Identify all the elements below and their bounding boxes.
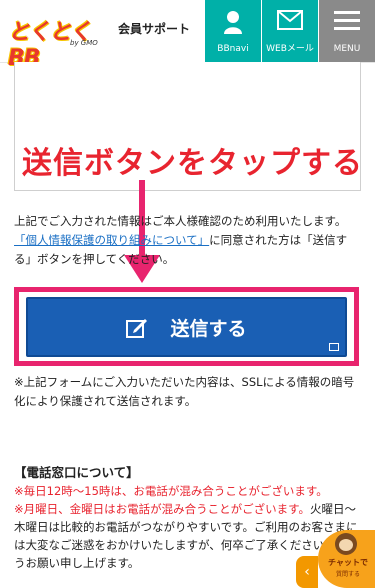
nav-bbnavi-label: BBnavi [217,44,249,54]
privacy-notice-line1: 上記でご入力された情報はご本人様確認のため利用いたします。 [14,214,347,228]
nav-webmail-button[interactable]: WEBメール [262,0,318,62]
busy-hours-note: ※毎日12時～15時は、お電話が混み合うことがございます。 [14,484,328,498]
site-label: 会員サポート [118,22,191,36]
logo-sub: by GMO [70,39,98,47]
hamburger-icon [334,11,360,30]
mail-icon [277,10,303,30]
submit-button-label: 送信する [170,317,247,340]
ssl-note: ※上記フォームにご入力いただいた内容は、SSLによる情報の暗号化により保護されて… [14,375,355,408]
nav-webmail-label: WEBメール [266,44,314,54]
chat-sub-label: 質問する [335,571,360,578]
nav-bbnavi-button[interactable]: BBnavi [205,0,261,62]
site-header: とくとくBB by GMO 会員サポート BBnavi WEBメール MENU [0,0,375,71]
chat-collapse-tab[interactable]: ‹ [296,556,318,588]
nav-menu-label: MENU [333,44,361,54]
chat-widget-button[interactable]: チャットで 質問する [318,530,375,588]
site-logo[interactable]: とくとくBB by GMO [8,14,103,71]
chevron-left-icon: ‹ [304,564,310,580]
chat-label: チャットで [328,558,368,567]
submit-button[interactable]: 送信する [26,297,347,357]
mascot-face [339,539,353,551]
tap-instruction-annotation: 送信ボタンをタップする [22,146,363,181]
busy-days-note: ※月曜日、金曜日はお電話が混み合うことがございます。 [14,502,310,516]
window-icon [329,343,339,351]
edit-icon [126,319,148,338]
phone-section-title: 【電話窓口について】 [14,465,139,480]
privacy-notice: 上記でご入力された情報はご本人様確認のため利用いたします。 「個人情報保護の取り… [14,212,364,269]
privacy-policy-link[interactable]: 「個人情報保護の取り組みについて」 [14,233,209,247]
person-icon [224,11,242,34]
nav-menu-button[interactable]: MENU [319,0,375,62]
